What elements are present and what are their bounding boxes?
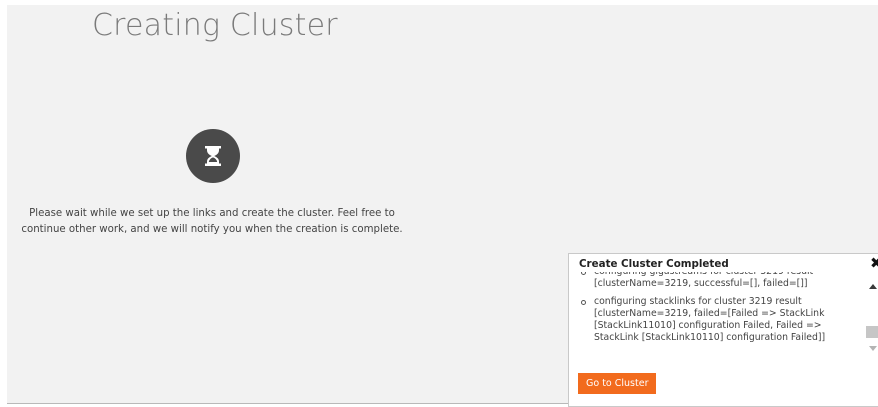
notification-panel: Create Cluster Completed ✖ configuring g… xyxy=(568,253,878,407)
page-title: Creating Cluster xyxy=(92,8,338,43)
log-text: configuring gigastreams for cluster 3219… xyxy=(594,272,813,290)
go-to-cluster-button[interactable]: Go to Cluster xyxy=(578,373,657,394)
bullet-icon xyxy=(581,299,586,305)
list-item: configuring stacklinks for cluster 3219 … xyxy=(577,296,861,345)
notification-title: Create Cluster Completed xyxy=(579,258,729,270)
status-message: Please wait while we set up the links an… xyxy=(21,208,403,235)
scroll-thumb[interactable] xyxy=(866,326,878,338)
list-item: configuring gigastreams for cluster 3219… xyxy=(577,272,861,291)
log-scroll-area[interactable]: configuring gigastreams for cluster 3219… xyxy=(577,272,863,364)
scroll-down-icon[interactable] xyxy=(869,346,877,351)
log-text: configuring stacklinks for cluster 3219 … xyxy=(594,295,826,344)
log-list: configuring gigastreams for cluster 3219… xyxy=(577,272,861,350)
hourglass-icon xyxy=(186,129,240,183)
scrollbar[interactable] xyxy=(866,276,878,356)
scroll-up-icon[interactable] xyxy=(869,284,877,289)
close-icon[interactable]: ✖ xyxy=(870,255,878,271)
bullet-icon xyxy=(581,272,586,275)
